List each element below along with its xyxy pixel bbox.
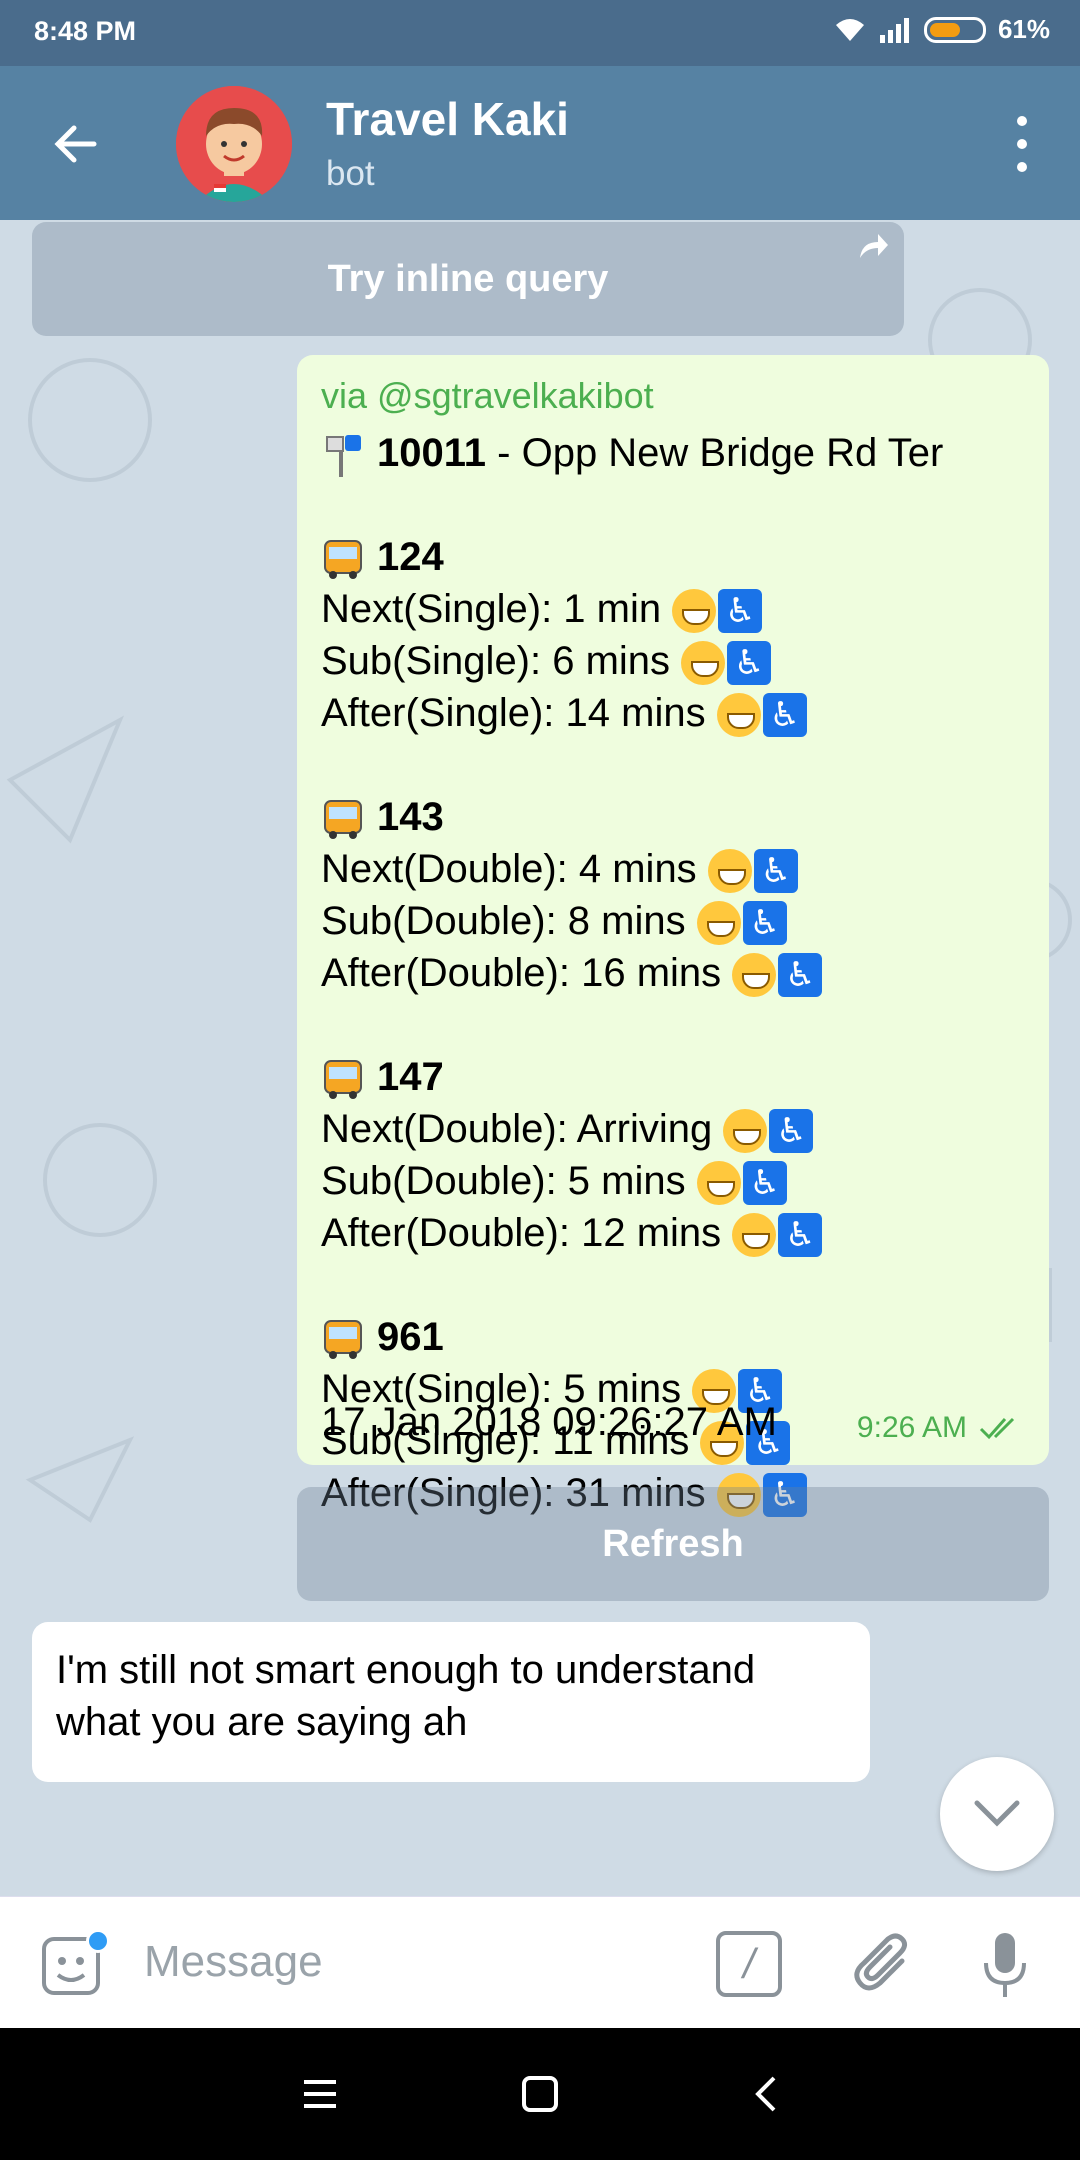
double-check-icon (979, 1417, 1015, 1440)
bus-service-number: 961 (377, 1315, 444, 1359)
bus-service-number: 143 (377, 795, 444, 839)
wheelchair-icon: ♿ (742, 1161, 787, 1206)
bus-stop-code: 10011 (377, 431, 487, 475)
try-inline-query-button[interactable]: Try inline query (32, 222, 904, 336)
wheelchair-icon: ♿ (742, 901, 787, 946)
message-input[interactable]: Message (144, 1937, 323, 1987)
status-icons: 61% (834, 14, 1050, 45)
arrival-text: Next(Single): 1 min (321, 587, 662, 631)
grin-emoji-icon (716, 693, 761, 738)
more-options-icon[interactable] (1012, 116, 1032, 172)
signal-icon (879, 17, 909, 43)
battery-icon (923, 16, 986, 43)
arrival-line: After(Double): 16 mins ♿ (321, 947, 1025, 999)
refresh-label: Refresh (602, 1522, 744, 1565)
chat-area[interactable]: Try inline query via @sgtravelkakibot 10… (0, 220, 1080, 1896)
bot-command-label: / (743, 1940, 755, 1987)
message-input-bar: Message / (0, 1896, 1080, 2028)
message-datetime: 17 Jan 2018 09:26:27 AM (321, 1400, 777, 1444)
bus-service-header: 124 (321, 531, 1025, 583)
battery-percent: 61% (997, 14, 1050, 44)
wheelchair-icon: ♿ (753, 849, 798, 894)
wheelchair-icon: ♿ (769, 1109, 814, 1154)
arrival-line: Next(Double): 4 mins ♿ (321, 843, 1025, 895)
arrival-text: Sub(Double): 8 mins (321, 899, 686, 943)
message-time: 9:26 AM (856, 1411, 967, 1444)
grin-emoji-icon (681, 641, 726, 686)
wheelchair-icon: ♿ (778, 1213, 823, 1258)
status-bar: 8:48 PM 61% (0, 0, 1080, 66)
status-time: 8:48 PM (34, 16, 137, 46)
message-meta: 9:26 AM (857, 1411, 1023, 1445)
arrival-line: Next(Single): 1 min ♿ (321, 583, 1025, 635)
bus-service-header: 147 (321, 1051, 1025, 1103)
system-nav-bar (0, 2028, 1080, 2160)
wheelchair-icon: ♿ (718, 589, 763, 634)
arrival-line: After(Double): 12 mins ♿ (321, 1207, 1025, 1259)
arrival-text: After(Double): 16 mins (321, 951, 722, 995)
try-inline-query-label: Try inline query (327, 257, 609, 300)
bus-stop-name: - Opp New Bridge Rd Ter (486, 431, 944, 475)
bus-icon (324, 540, 362, 580)
bus-stop-line: 10011 - Opp New Bridge Rd Ter (321, 427, 1025, 479)
arrival-text: After(Single): 14 mins (321, 691, 706, 735)
bus-service-header: 961 (321, 1311, 1025, 1363)
wheelchair-icon: ♿ (778, 953, 823, 998)
bus-icon (324, 1060, 362, 1100)
arrival-text: Sub(Single): 6 mins (321, 639, 671, 683)
grin-emoji-icon (696, 901, 741, 946)
arrival-line: Sub(Double): 8 mins ♿ (321, 895, 1025, 947)
grin-emoji-icon (672, 589, 717, 634)
chat-title[interactable]: Travel Kaki (326, 92, 569, 146)
arrival-line: After(Single): 14 mins ♿ (321, 687, 1025, 739)
arrival-text: Sub(Double): 5 mins (321, 1159, 686, 1203)
incoming-message-text: I'm still not smart enough to understand… (56, 1648, 756, 1744)
scroll-down-button[interactable] (940, 1757, 1054, 1871)
chevron-down-icon (974, 1800, 1020, 1827)
arrival-text: After(Double): 12 mins (321, 1211, 722, 1255)
grin-emoji-icon (732, 953, 777, 998)
share-arrow-icon (860, 234, 888, 258)
chat-header: Travel Kaki bot (0, 66, 1080, 220)
grin-emoji-icon (707, 849, 752, 894)
wheelchair-icon: ♿ (727, 641, 772, 686)
bus-service-number: 124 (377, 535, 444, 579)
incoming-message[interactable]: I'm still not smart enough to understand… (32, 1622, 870, 1782)
bot-command-button[interactable]: / (716, 1931, 782, 1997)
arrival-line: Next(Double): Arriving ♿ (321, 1103, 1025, 1155)
menu-icon[interactable] (298, 2072, 342, 2116)
wifi-icon (835, 18, 864, 41)
arrival-line: Sub(Double): 5 mins ♿ (321, 1155, 1025, 1207)
via-bot-label[interactable]: via @sgtravelkakibot (321, 375, 1025, 427)
avatar-icon (176, 86, 292, 202)
refresh-button[interactable]: Refresh (297, 1487, 1049, 1601)
bus-stop-icon (326, 435, 361, 478)
bus-icon (324, 1320, 362, 1360)
arrival-line: Sub(Single): 6 mins ♿ (321, 635, 1025, 687)
bus-service-header: 143 (321, 791, 1025, 843)
bus-list: 124 Next(Single): 1 min ♿ Sub(Single): 6 m… (321, 531, 1025, 1519)
back-icon[interactable] (744, 2072, 788, 2116)
arrival-text: Next(Double): Arriving (321, 1107, 713, 1151)
bot-avatar[interactable] (176, 86, 292, 202)
attach-icon[interactable] (850, 1931, 916, 1997)
grin-emoji-icon (732, 1213, 777, 1258)
bus-icon (324, 800, 362, 840)
bus-arrival-message[interactable]: via @sgtravelkakibot 10011 - Opp New Bri… (297, 355, 1049, 1518)
chat-subtitle: bot (326, 154, 375, 193)
bus-service-number: 147 (377, 1055, 444, 1099)
arrival-text: Next(Double): 4 mins (321, 847, 697, 891)
sticker-notification-dot (86, 1929, 110, 1953)
grin-emoji-icon (696, 1161, 741, 1206)
back-arrow-icon[interactable] (48, 116, 104, 172)
grin-emoji-icon (723, 1109, 768, 1154)
home-icon[interactable] (518, 2072, 562, 2116)
wheelchair-icon: ♿ (762, 693, 807, 738)
microphone-icon[interactable] (980, 1931, 1030, 2001)
